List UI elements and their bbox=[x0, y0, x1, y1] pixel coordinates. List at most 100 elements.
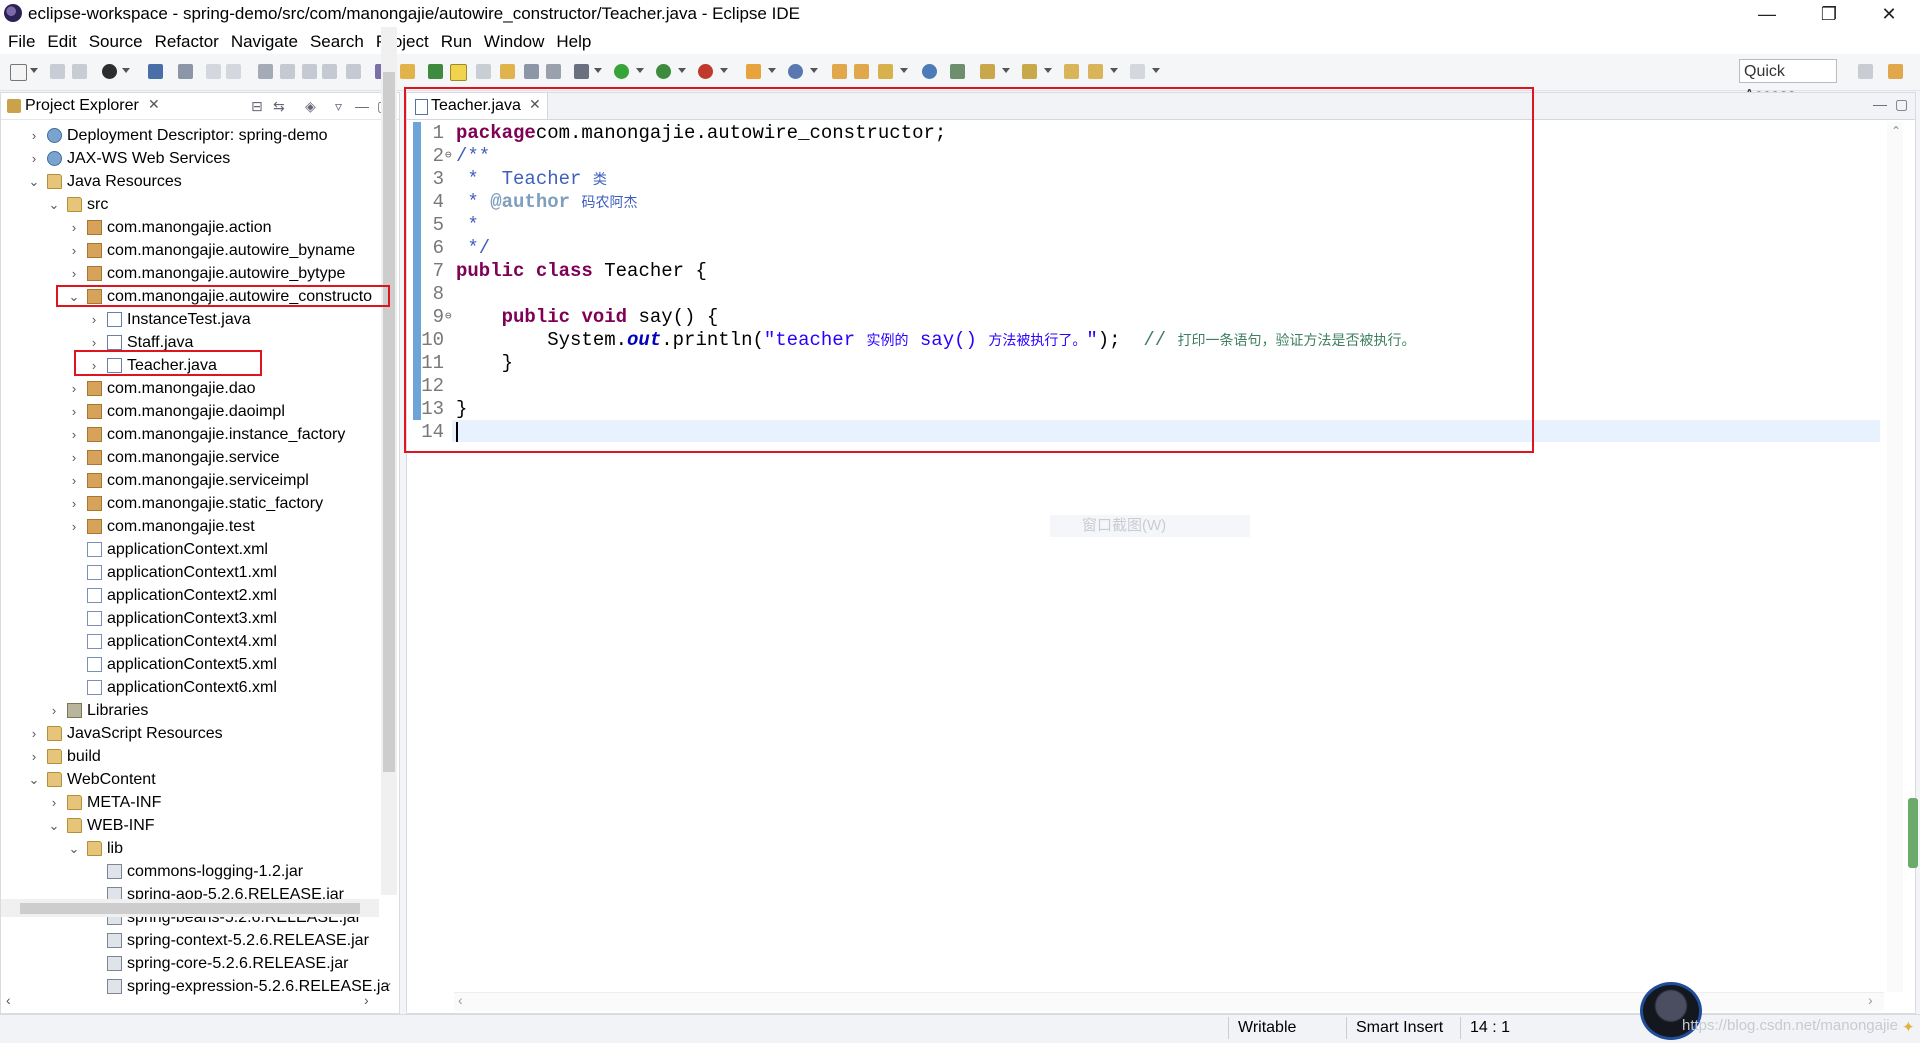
run-dropdown-icon[interactable] bbox=[636, 68, 644, 73]
expand-twisty-icon[interactable]: › bbox=[67, 377, 81, 400]
expand-twisty-icon[interactable]: › bbox=[67, 423, 81, 446]
suspend-icon[interactable] bbox=[226, 64, 241, 79]
disconnect-icon[interactable] bbox=[280, 64, 295, 79]
back-dropdown-icon[interactable] bbox=[1110, 68, 1118, 73]
last-edit-icon[interactable] bbox=[1064, 64, 1079, 79]
open-type-icon[interactable] bbox=[832, 64, 847, 79]
save-icon[interactable] bbox=[50, 64, 65, 79]
expand-twisty-icon[interactable]: › bbox=[47, 699, 61, 722]
back-icon[interactable] bbox=[1088, 64, 1103, 79]
menu-refactor[interactable]: Refactor bbox=[149, 28, 225, 54]
view-menu-icon[interactable]: ▿ bbox=[335, 98, 342, 115]
menu-edit[interactable]: Edit bbox=[41, 28, 82, 54]
expand-twisty-icon[interactable]: › bbox=[47, 791, 61, 814]
expand-twisty-icon[interactable]: › bbox=[67, 492, 81, 515]
expand-twisty-icon[interactable]: ⌄ bbox=[27, 768, 41, 791]
expand-twisty-icon[interactable]: › bbox=[87, 308, 101, 331]
web-browser-icon[interactable] bbox=[922, 64, 937, 79]
quick-access-input[interactable]: Quick Access bbox=[1739, 59, 1837, 104]
expand-twisty-icon[interactable]: › bbox=[67, 469, 81, 492]
profile-icon[interactable] bbox=[102, 64, 117, 79]
debug-icon[interactable] bbox=[574, 64, 589, 79]
restore-button[interactable]: ❐ bbox=[1804, 0, 1854, 28]
scroll-down-icon[interactable]: ⌄ bbox=[383, 975, 393, 989]
expand-twisty-icon[interactable]: › bbox=[67, 262, 81, 285]
open-task-icon[interactable] bbox=[854, 64, 869, 79]
menu-navigate[interactable]: Navigate bbox=[225, 28, 304, 54]
minimize-view-icon[interactable]: — bbox=[355, 98, 369, 114]
next-annotation-icon[interactable] bbox=[980, 64, 995, 79]
new-java-project-icon[interactable] bbox=[746, 64, 761, 79]
toggle-ant-icon[interactable] bbox=[428, 64, 443, 79]
open-perspective-icon[interactable] bbox=[1858, 64, 1873, 79]
menu-source[interactable]: Source bbox=[83, 28, 149, 54]
menu-search[interactable]: Search bbox=[304, 28, 370, 54]
explorer-vertical-scroll-thumb[interactable] bbox=[383, 72, 395, 772]
save-all-icon[interactable] bbox=[72, 64, 87, 79]
java-ee-perspective-icon[interactable] bbox=[1888, 64, 1903, 79]
link-with-editor-icon[interactable]: ⇆ bbox=[273, 98, 285, 115]
editor-maximize-icon[interactable]: ▢ bbox=[1895, 96, 1908, 113]
menu-window[interactable]: Window bbox=[478, 28, 550, 54]
close-view-icon[interactable]: ✕ bbox=[148, 96, 160, 113]
expand-twisty-icon[interactable]: ⌄ bbox=[67, 837, 81, 860]
search-icon[interactable] bbox=[878, 64, 893, 79]
pin-icon[interactable] bbox=[524, 64, 539, 79]
step-return-icon[interactable] bbox=[346, 64, 361, 79]
menu-project[interactable]: Project bbox=[370, 28, 435, 54]
new-project-dropdown-icon[interactable] bbox=[768, 68, 776, 73]
editor-scroll-right-icon[interactable]: › bbox=[1868, 992, 1873, 1008]
explorer-horizontal-scroll-thumb[interactable] bbox=[20, 903, 360, 914]
terminate-icon[interactable] bbox=[258, 64, 273, 79]
expand-twisty-icon[interactable]: › bbox=[27, 147, 41, 170]
new-dropdown-icon[interactable] bbox=[30, 68, 38, 73]
overview-ruler-marker[interactable] bbox=[1908, 798, 1918, 868]
prev-annotation-icon[interactable] bbox=[1022, 64, 1037, 79]
external-tools-dropdown-icon[interactable] bbox=[720, 68, 728, 73]
menu-file[interactable]: File bbox=[2, 28, 41, 54]
coverage-icon[interactable] bbox=[656, 64, 671, 79]
new-icon[interactable] bbox=[10, 64, 27, 81]
project-explorer-title[interactable]: Project Explorer bbox=[25, 97, 139, 115]
menu-run[interactable]: Run bbox=[435, 28, 478, 54]
expand-twisty-icon[interactable]: ⌄ bbox=[47, 193, 61, 216]
expand-twisty-icon[interactable]: › bbox=[67, 400, 81, 423]
expand-twisty-icon[interactable]: › bbox=[67, 216, 81, 239]
expand-twisty-icon[interactable]: ⌄ bbox=[47, 814, 61, 837]
external-tools-icon[interactable] bbox=[698, 64, 713, 79]
expand-twisty-icon[interactable]: › bbox=[27, 124, 41, 147]
collapse-all-icon[interactable]: ⊟ bbox=[251, 98, 263, 115]
new-class-icon[interactable] bbox=[788, 64, 803, 79]
scroll-left-icon[interactable]: ‹ bbox=[6, 992, 11, 1008]
mark-occurrences-icon[interactable] bbox=[450, 64, 467, 81]
terminal-icon[interactable] bbox=[148, 64, 163, 79]
lightbulb-icon[interactable]: ✦ bbox=[1902, 1018, 1915, 1036]
show-whitespace-icon[interactable] bbox=[500, 64, 515, 79]
forward-dropdown-icon[interactable] bbox=[1152, 68, 1160, 73]
expand-twisty-icon[interactable]: › bbox=[27, 722, 41, 745]
expand-twisty-icon[interactable]: ⌄ bbox=[27, 170, 41, 193]
run-icon[interactable] bbox=[614, 64, 629, 79]
block-selection-icon[interactable] bbox=[476, 64, 491, 79]
expand-twisty-icon[interactable]: › bbox=[67, 446, 81, 469]
profile-dropdown-icon[interactable] bbox=[122, 68, 130, 73]
minimize-button[interactable]: — bbox=[1742, 0, 1792, 28]
editor-vertical-scrollbar[interactable] bbox=[1887, 122, 1903, 992]
skip-breakpoints-icon[interactable] bbox=[178, 64, 193, 79]
forward-icon[interactable] bbox=[1130, 64, 1145, 79]
expand-twisty-icon[interactable]: › bbox=[67, 239, 81, 262]
coverage-dropdown-icon[interactable] bbox=[678, 68, 686, 73]
search-dropdown-icon[interactable] bbox=[900, 68, 908, 73]
resume-icon[interactable] bbox=[206, 64, 221, 79]
spring-icon[interactable] bbox=[400, 64, 415, 79]
debug-dropdown-icon[interactable] bbox=[594, 68, 602, 73]
close-window-button[interactable]: ✕ bbox=[1864, 0, 1914, 28]
new-class-dropdown-icon[interactable] bbox=[810, 68, 818, 73]
focus-task-icon[interactable]: ◈ bbox=[305, 98, 316, 115]
paragraph-icon[interactable] bbox=[546, 64, 561, 79]
editor-scroll-left-icon[interactable]: ‹ bbox=[458, 992, 463, 1008]
expand-twisty-icon[interactable]: › bbox=[27, 745, 41, 768]
scroll-right-icon[interactable]: › bbox=[364, 992, 369, 1008]
menu-help[interactable]: Help bbox=[550, 28, 597, 54]
prev-annotation-dropdown-icon[interactable] bbox=[1044, 68, 1052, 73]
